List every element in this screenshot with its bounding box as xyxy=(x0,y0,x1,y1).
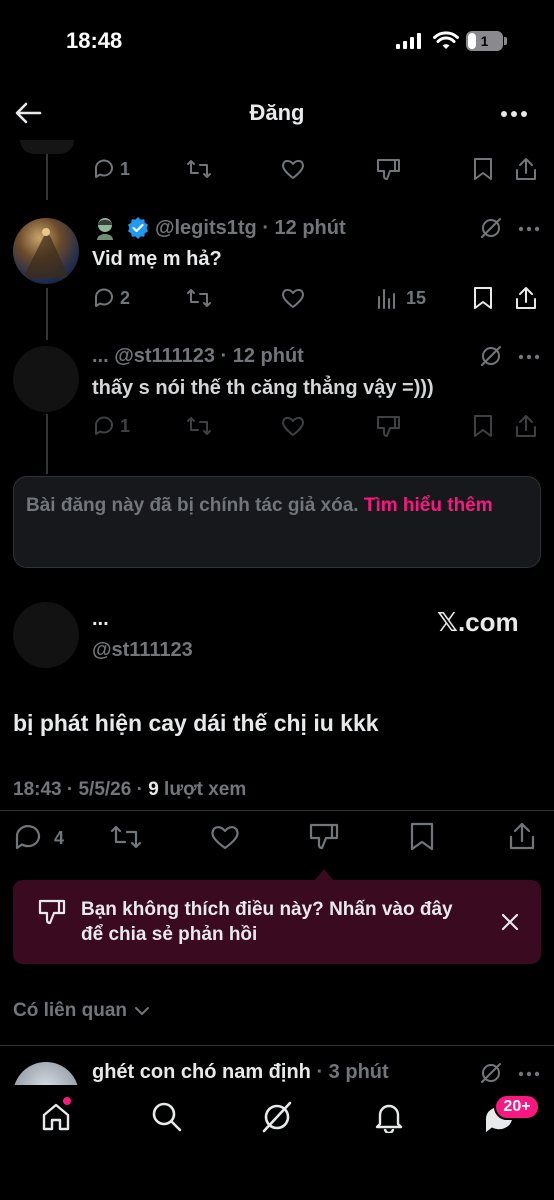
battery-icon: 1 xyxy=(466,31,508,51)
reply-icon[interactable] xyxy=(92,286,116,310)
like-icon[interactable] xyxy=(280,414,306,438)
repost-icon[interactable] xyxy=(186,286,212,310)
author-avatar[interactable] xyxy=(13,602,79,668)
battery-level: 1 xyxy=(480,33,489,49)
dislike-icon[interactable] xyxy=(375,414,401,440)
post-meta: 18:43 · 5/5/26 · 9 lượt xem xyxy=(13,779,246,801)
close-icon[interactable] xyxy=(501,913,519,931)
chevron-down-icon xyxy=(135,1006,150,1015)
more-options-icon[interactable] xyxy=(518,1071,540,1077)
divider xyxy=(0,1045,554,1046)
reply-text: Vid mẹ m hả? xyxy=(92,248,222,270)
more-options-icon[interactable] xyxy=(518,354,540,360)
grok-icon[interactable] xyxy=(480,345,502,367)
more-options-icon[interactable] xyxy=(500,110,528,118)
reply-icon[interactable] xyxy=(13,823,43,851)
thread-line xyxy=(46,414,48,474)
post-text: bị phát hiện cay dái thế chị iu kkk xyxy=(13,710,379,736)
reply-count: 1 xyxy=(120,159,131,179)
reply-icon[interactable] xyxy=(92,414,116,438)
share-icon[interactable] xyxy=(508,821,536,851)
page-title: Đăng xyxy=(249,100,305,125)
bookmark-icon[interactable] xyxy=(472,414,494,438)
grok-icon[interactable] xyxy=(480,1062,502,1084)
reply-text: thấy s nói thế th căng thẳng vậy =))) xyxy=(92,377,434,399)
author-name[interactable]: ... xyxy=(92,608,109,631)
feedback-prompt[interactable]: Bạn không thích điều này? Nhấn vào đây đ… xyxy=(13,880,541,964)
share-icon[interactable] xyxy=(514,285,538,311)
reply-count: 1 xyxy=(120,416,131,436)
reply-author[interactable]: ... @st111123 · 12 phút xyxy=(92,345,304,368)
related-author-name: ghét con chó nam định xyxy=(92,1061,311,1083)
dislike-icon[interactable] xyxy=(308,822,340,852)
repost-icon[interactable] xyxy=(186,414,212,438)
share-icon[interactable] xyxy=(514,413,538,439)
related-post-time: · 3 phút xyxy=(316,1061,389,1083)
like-icon[interactable] xyxy=(280,157,306,181)
related-post-author[interactable]: ghét con chó nam định · 3 phút xyxy=(92,1061,389,1084)
avatar-partial xyxy=(20,140,74,154)
notification-dot xyxy=(63,1097,71,1105)
like-icon[interactable] xyxy=(280,286,306,310)
view-count: 15 xyxy=(406,288,427,308)
thread-line xyxy=(46,288,48,340)
bookmark-icon[interactable] xyxy=(472,157,494,181)
status-time: 18:48 xyxy=(66,28,123,53)
bookmark-icon[interactable] xyxy=(409,822,435,852)
post-timestamp: 18:43 · 5/5/26 · xyxy=(13,779,149,800)
bookmark-icon[interactable] xyxy=(472,286,494,310)
reply-count: 4 xyxy=(54,828,65,848)
cellular-signal-icon xyxy=(396,33,422,49)
messages-badge: 20+ xyxy=(494,1094,540,1120)
grok-icon[interactable] xyxy=(480,217,502,239)
dislike-icon xyxy=(37,898,67,928)
wifi-icon xyxy=(433,31,459,51)
reply-count: 2 xyxy=(120,288,131,308)
more-options-icon[interactable] xyxy=(518,226,540,232)
views-icon[interactable] xyxy=(376,287,398,309)
related-label: Có liên quan xyxy=(13,1000,127,1021)
notifications-bell-icon[interactable] xyxy=(374,1101,404,1133)
reply-time: · 12 phút xyxy=(262,217,346,239)
deleted-post-notice: Bài đăng này đã bị chính tác giả xóa. Tì… xyxy=(13,476,541,568)
home-icon[interactable] xyxy=(40,1102,72,1132)
share-icon[interactable] xyxy=(514,156,538,182)
reply-handle[interactable]: @legits1tg · 12 phút xyxy=(155,217,346,240)
views-label: lượt xem xyxy=(158,779,247,800)
deleted-notice-text: Bài đăng này đã bị chính tác giả xóa. xyxy=(26,495,364,516)
divider xyxy=(0,810,554,811)
x-watermark: 𝕏.com xyxy=(437,607,519,637)
views-number[interactable]: 9 xyxy=(148,779,159,800)
learn-more-link[interactable]: Tìm hiểu thêm xyxy=(364,495,493,516)
dislike-icon[interactable] xyxy=(375,157,401,183)
zombie-emoji-icon xyxy=(92,216,118,240)
reply-time: · 12 phút xyxy=(220,345,304,367)
grok-tab-icon[interactable] xyxy=(261,1100,293,1134)
feedback-text: Bạn không thích điều này? Nhấn vào đây đ… xyxy=(81,899,453,945)
repost-icon[interactable] xyxy=(186,157,212,181)
user-avatar[interactable] xyxy=(13,346,79,412)
repost-icon[interactable] xyxy=(110,823,142,851)
user-avatar[interactable] xyxy=(13,218,79,284)
verified-badge-icon xyxy=(126,216,150,240)
related-toggle[interactable]: Có liên quan xyxy=(13,1000,150,1022)
search-icon[interactable] xyxy=(151,1101,183,1133)
like-icon[interactable] xyxy=(209,823,241,851)
reply-icon[interactable] xyxy=(92,157,116,181)
author-handle[interactable]: @st111123 xyxy=(92,639,193,662)
